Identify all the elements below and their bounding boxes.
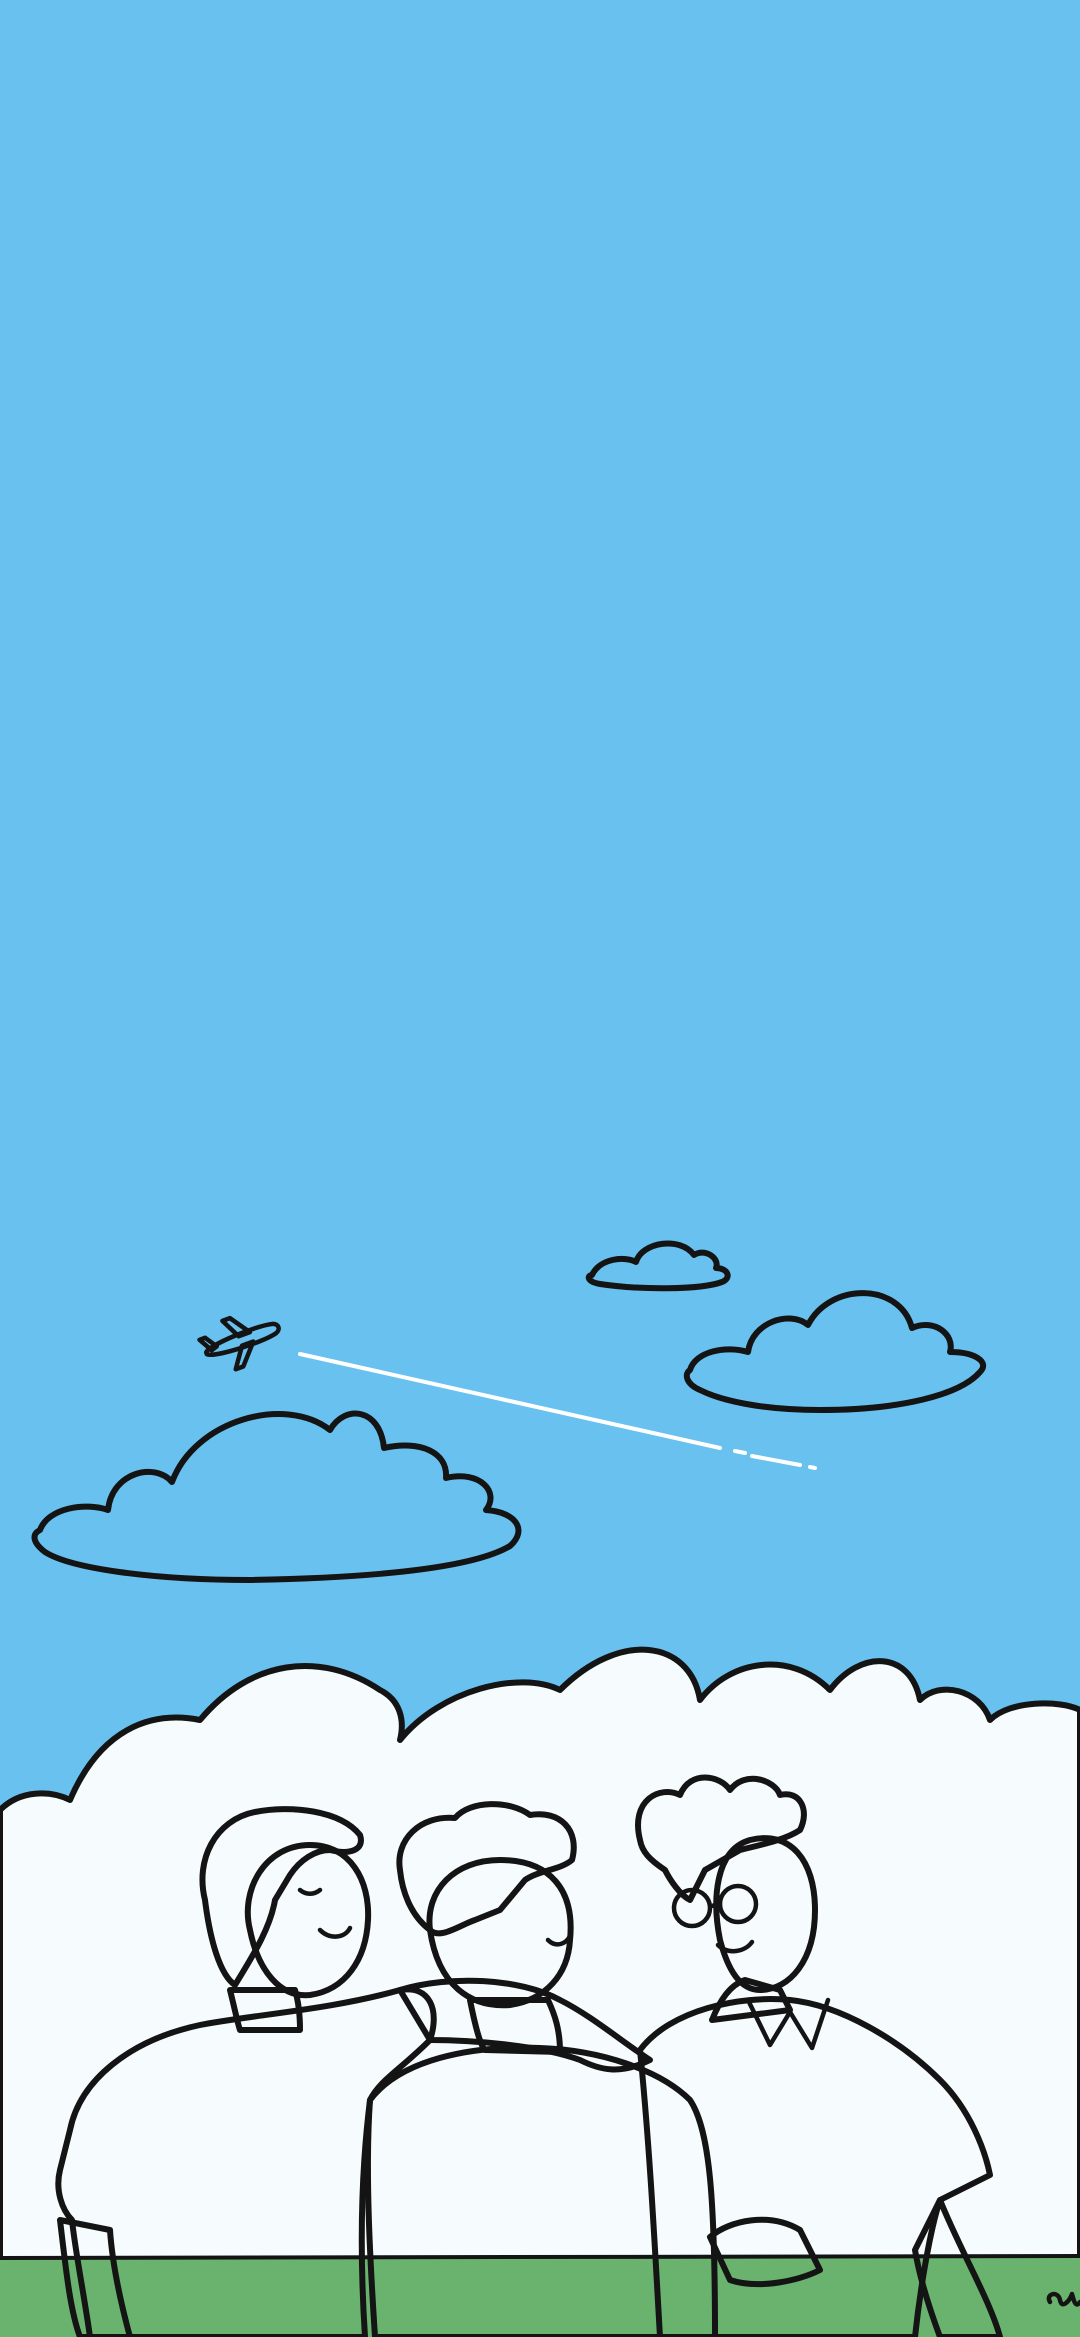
illustration-scene [0,0,1080,2337]
phone-wallpaper [0,0,1080,2337]
